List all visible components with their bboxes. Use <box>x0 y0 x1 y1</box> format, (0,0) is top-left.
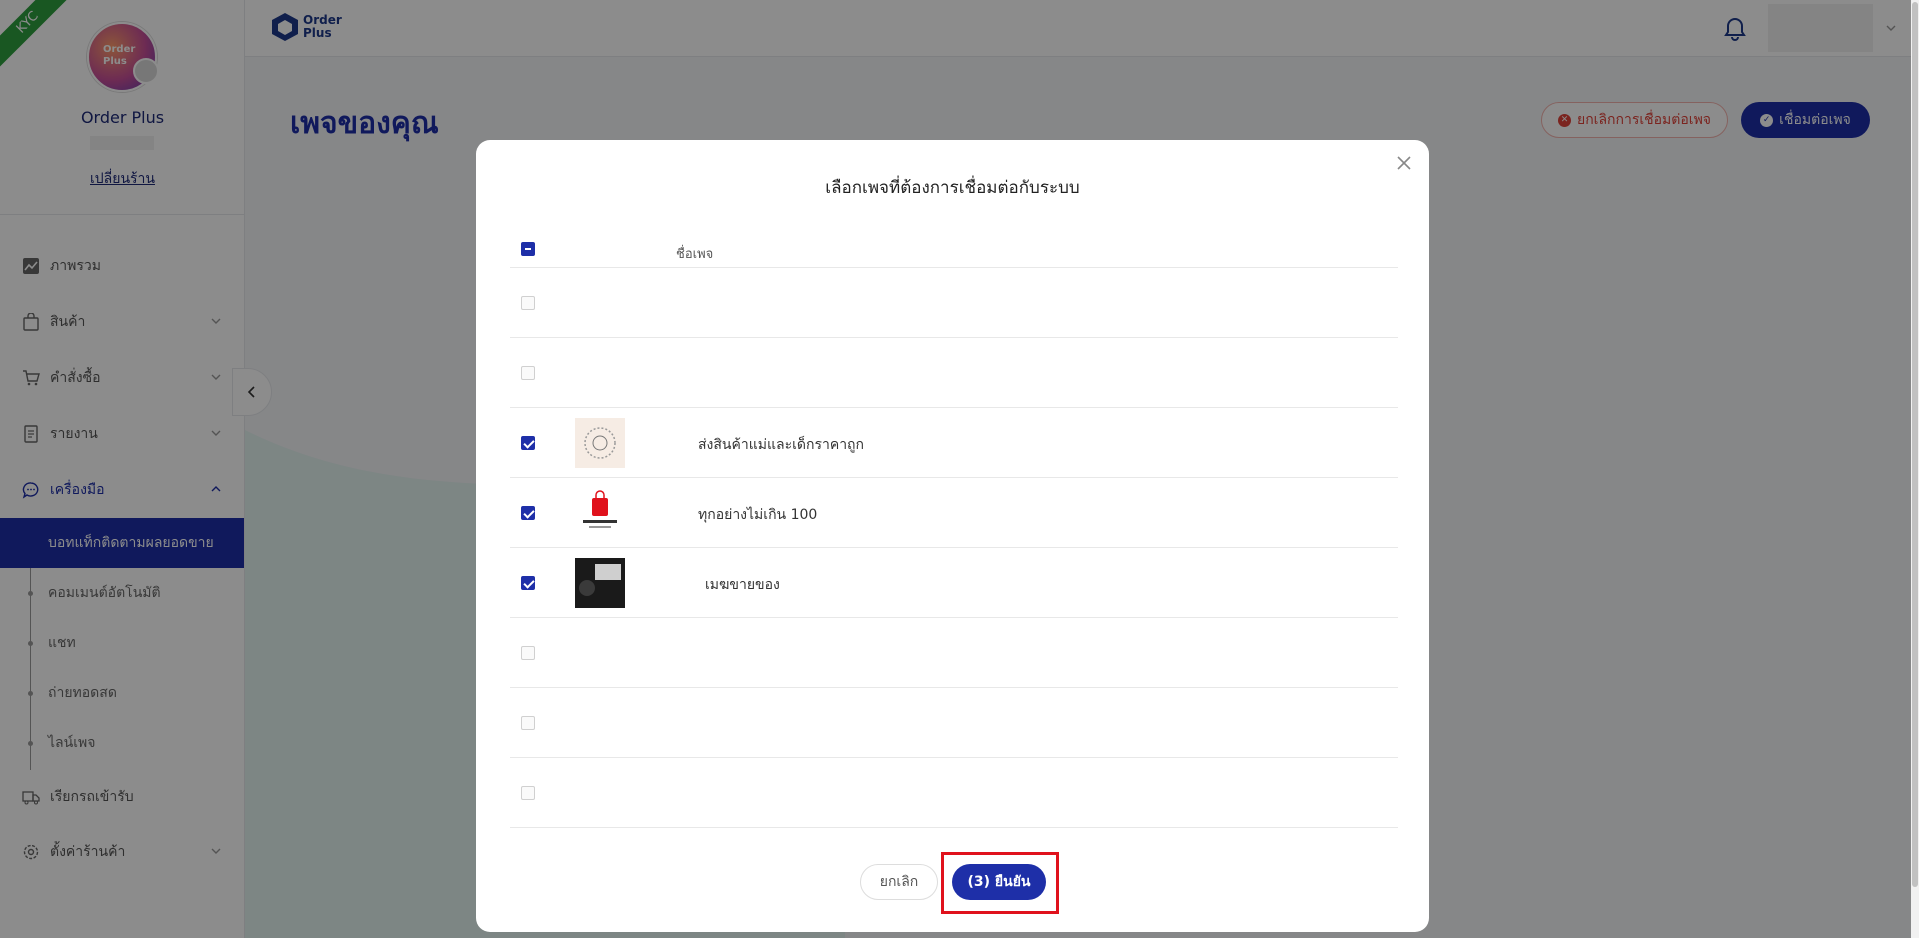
row-checkbox[interactable] <box>521 786 535 800</box>
row-checkbox[interactable] <box>521 506 535 520</box>
page-name: เมฆขายของ <box>705 577 780 593</box>
scrollbar-thumb[interactable] <box>1912 2 1918 887</box>
table-row <box>510 338 1398 408</box>
table-row <box>510 758 1398 828</box>
row-checkbox[interactable] <box>521 296 535 310</box>
table-row: ส่งสินค้าแม่และเด็กราคาถูก <box>510 408 1398 478</box>
table-row <box>510 618 1398 688</box>
row-checkbox[interactable] <box>521 366 535 380</box>
table-header: ชื่อเพจ <box>510 230 1398 268</box>
select-pages-modal: เลือกเพจที่ต้องการเชื่อมต่อกับระบบ ชื่อเ… <box>476 140 1429 932</box>
cancel-button[interactable]: ยกเลิก <box>860 864 938 900</box>
confirm-button-highlight <box>941 852 1059 914</box>
close-icon[interactable] <box>1393 152 1415 174</box>
select-all-checkbox[interactable] <box>521 242 535 256</box>
table-row <box>510 268 1398 338</box>
page-thumbnail <box>575 418 625 468</box>
modal-title: เลือกเพจที่ต้องการเชื่อมต่อกับระบบ <box>825 178 1080 198</box>
page-thumbnail <box>575 558 625 608</box>
page-thumbnail <box>575 488 625 538</box>
row-checkbox[interactable] <box>521 436 535 450</box>
page-name: ส่งสินค้าแม่และเด็กราคาถูก <box>698 437 865 453</box>
table-row <box>510 688 1398 758</box>
row-checkbox[interactable] <box>521 646 535 660</box>
pages-table: ชื่อเพจ ส่งสินค้าแม่และเด็กราคาถูก ทุกอย… <box>510 230 1398 828</box>
table-row: เมฆขายของ <box>510 548 1398 618</box>
row-checkbox[interactable] <box>521 716 535 730</box>
column-header-page-name: ชื่อเพจ <box>676 247 714 262</box>
page-name: ทุกอย่างไม่เกิน 100 <box>698 507 818 523</box>
page-scrollbar[interactable] <box>1911 0 1919 938</box>
row-checkbox[interactable] <box>521 576 535 590</box>
table-row: ทุกอย่างไม่เกิน 100 <box>510 478 1398 548</box>
